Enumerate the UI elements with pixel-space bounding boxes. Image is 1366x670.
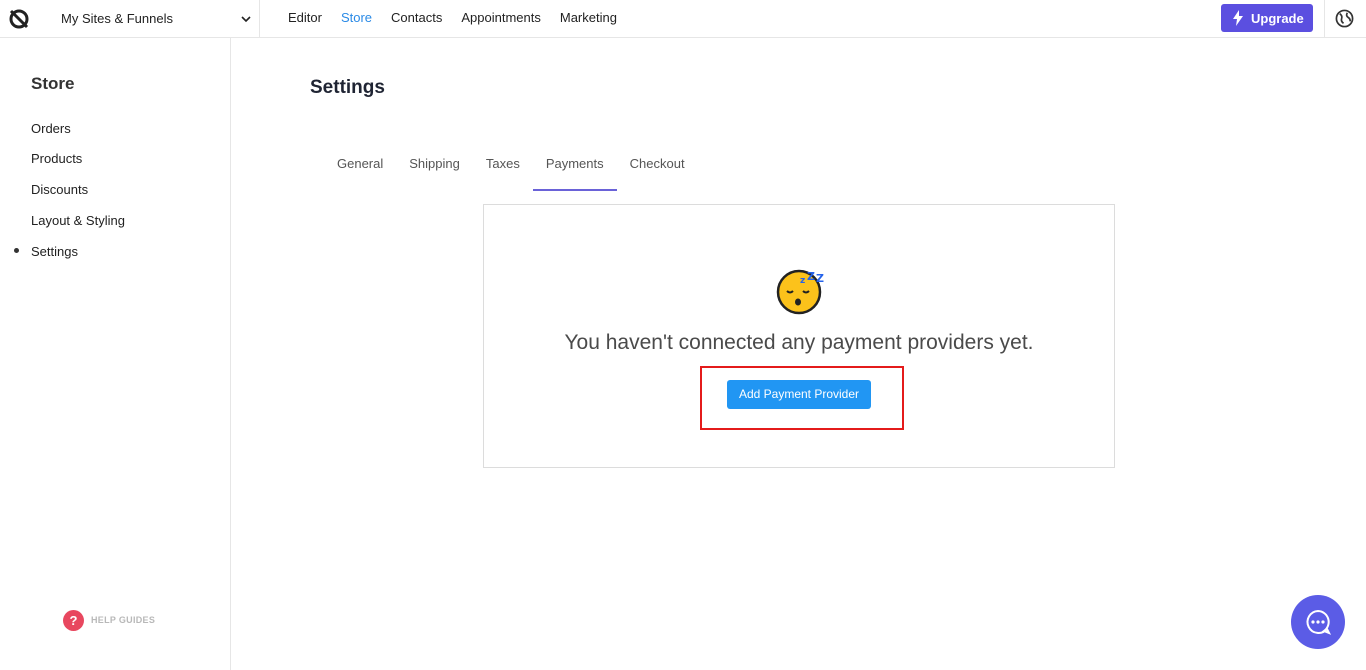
chat-bubble-icon bbox=[1306, 609, 1332, 635]
brand-logo-icon[interactable] bbox=[8, 8, 30, 30]
globe-icon bbox=[1335, 9, 1354, 28]
language-selector[interactable] bbox=[1324, 0, 1366, 38]
nav-contacts[interactable]: Contacts bbox=[391, 10, 442, 25]
svg-text:Z: Z bbox=[807, 270, 815, 283]
upgrade-label: Upgrade bbox=[1251, 11, 1304, 26]
sidebar-item-discounts[interactable]: Discounts bbox=[31, 182, 88, 197]
empty-state-message: You haven't connected any payment provid… bbox=[564, 331, 1034, 354]
nav-appointments[interactable]: Appointments bbox=[461, 10, 541, 25]
svg-text:z: z bbox=[800, 276, 805, 286]
tab-general[interactable]: General bbox=[324, 146, 396, 191]
chat-launcher-button[interactable] bbox=[1291, 595, 1345, 649]
sleeping-face-icon: z Z Z bbox=[776, 269, 824, 315]
help-guides-label: HELP GUIDES bbox=[91, 615, 156, 625]
sidebar-item-layout-styling[interactable]: Layout & Styling bbox=[31, 213, 125, 228]
top-nav: Editor Store Contacts Appointments Marke… bbox=[288, 10, 617, 25]
payments-empty-state-card: z Z Z You haven't connected any payment … bbox=[483, 204, 1115, 468]
lightning-bolt-icon bbox=[1233, 10, 1243, 26]
nav-store[interactable]: Store bbox=[341, 10, 372, 25]
nav-editor[interactable]: Editor bbox=[288, 10, 322, 25]
site-selector-dropdown[interactable]: My Sites & Funnels bbox=[36, 0, 260, 38]
tab-taxes[interactable]: Taxes bbox=[473, 146, 533, 191]
tab-shipping[interactable]: Shipping bbox=[396, 146, 473, 191]
sidebar-title: Store bbox=[31, 74, 75, 93]
help-icon: ? bbox=[63, 610, 84, 631]
upgrade-button[interactable]: Upgrade bbox=[1221, 4, 1313, 32]
nav-marketing[interactable]: Marketing bbox=[560, 10, 617, 25]
svg-text:Z: Z bbox=[816, 272, 824, 285]
add-payment-provider-button[interactable]: Add Payment Provider bbox=[727, 380, 871, 409]
site-selector-label: My Sites & Funnels bbox=[61, 11, 173, 26]
sidebar-item-orders[interactable]: Orders bbox=[31, 121, 71, 136]
settings-tabs: General Shipping Taxes Payments Checkout bbox=[324, 146, 698, 191]
page-title: Settings bbox=[310, 77, 385, 98]
chevron-down-icon bbox=[241, 16, 251, 23]
active-indicator-dot bbox=[14, 248, 19, 253]
tab-checkout[interactable]: Checkout bbox=[617, 146, 698, 191]
sidebar-item-settings[interactable]: Settings bbox=[31, 244, 78, 259]
sidebar: Store Orders Products Discounts Layout &… bbox=[0, 38, 231, 670]
tab-payments[interactable]: Payments bbox=[532, 146, 617, 191]
sidebar-item-products[interactable]: Products bbox=[31, 151, 82, 166]
top-bar: My Sites & Funnels Editor Store Contacts… bbox=[0, 0, 1366, 38]
